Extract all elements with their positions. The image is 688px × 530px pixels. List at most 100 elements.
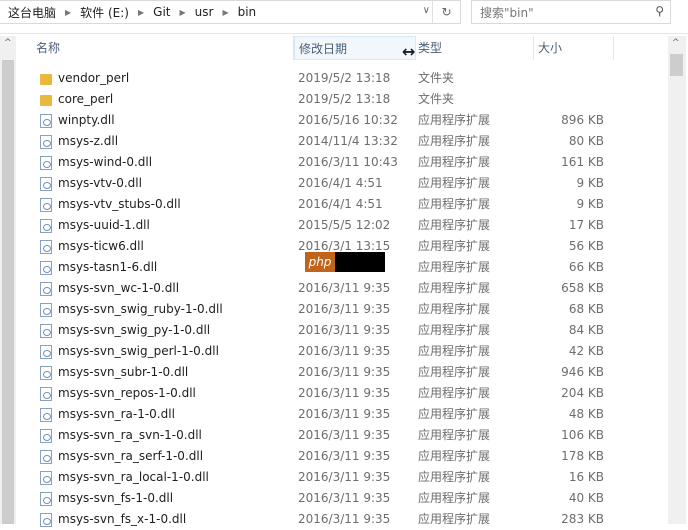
search-placeholder: 搜索"bin": [480, 5, 534, 20]
refresh-icon[interactable]: ↻: [432, 1, 460, 23]
column-date[interactable]: 修改日期: [294, 36, 416, 60]
file-size: 896 KB: [561, 113, 604, 127]
dll-file-icon: [40, 408, 52, 422]
file-size: 178 KB: [561, 449, 604, 463]
dll-file-icon: [40, 513, 52, 527]
list-item[interactable]: msys-svn_wc-1-0.dll 2016/3/11 9:35 应用程序扩…: [36, 278, 606, 299]
file-date: 2016/3/11 9:35: [298, 323, 391, 337]
list-item[interactable]: msys-svn_subr-1-0.dll 2016/3/11 9:35 应用程…: [36, 362, 606, 383]
file-size: 658 KB: [561, 281, 604, 295]
file-date: 2015/5/5 12:02: [298, 218, 391, 232]
file-name: msys-tasn1-6.dll: [58, 260, 158, 274]
column-name[interactable]: 名称: [18, 36, 294, 60]
file-date: 2016/3/11 9:35: [298, 386, 391, 400]
chevron-right-icon[interactable]: ▶: [222, 8, 228, 17]
dll-file-icon: [40, 177, 52, 191]
chevron-right-icon[interactable]: ▶: [65, 8, 71, 17]
list-item[interactable]: msys-uuid-1.dll 2015/5/5 12:02 应用程序扩展 17…: [36, 215, 606, 236]
left-scrollbar[interactable]: ^: [0, 36, 16, 524]
list-item[interactable]: msys-svn_repos-1-0.dll 2016/3/11 9:35 应用…: [36, 383, 606, 404]
watermark-logo: php: [305, 252, 335, 272]
file-name: msys-svn_swig_py-1-0.dll: [58, 323, 211, 337]
file-date: 2016/3/11 9:35: [298, 365, 391, 379]
list-item[interactable]: winpty.dll 2016/5/16 10:32 应用程序扩展 896 KB: [36, 110, 606, 131]
right-scrollbar[interactable]: ^: [668, 36, 686, 524]
file-date: 2019/5/2 13:18: [298, 92, 391, 106]
file-type: 应用程序扩展: [418, 176, 491, 190]
scroll-up-icon[interactable]: ^: [4, 38, 12, 48]
scroll-thumb[interactable]: [2, 60, 14, 524]
chevron-right-icon[interactable]: ▶: [179, 8, 185, 17]
column-label: 修改日期: [299, 42, 348, 56]
list-item[interactable]: msys-svn_swig_ruby-1-0.dll 2016/3/11 9:3…: [36, 299, 606, 320]
breadcrumb-item[interactable]: bin: [238, 5, 257, 19]
breadcrumb-item[interactable]: 这台电脑: [8, 4, 56, 21]
list-item[interactable]: core_perl 2019/5/2 13:18 文件夹: [36, 89, 606, 110]
dll-file-icon: [40, 345, 52, 359]
list-item[interactable]: msys-vtv-0.dll 2016/4/1 4:51 应用程序扩展 9 KB: [36, 173, 606, 194]
file-name: msys-svn_subr-1-0.dll: [58, 365, 189, 379]
file-name: msys-ticw6.dll: [58, 239, 144, 253]
breadcrumb: 这台电脑 ▶ 软件 (E:) ▶ Git ▶ usr ▶ bin: [0, 4, 256, 21]
column-header: 名称 修改日期 类型 大小: [18, 36, 666, 60]
resize-cursor-icon: ↔: [402, 42, 416, 61]
file-type: 应用程序扩展: [418, 197, 491, 211]
scroll-thumb[interactable]: [670, 54, 683, 76]
file-name: msys-svn_repos-1-0.dll: [58, 386, 196, 400]
address-bar[interactable]: 这台电脑 ▶ 软件 (E:) ▶ Git ▶ usr ▶ bin ∨ ↻: [0, 0, 461, 24]
file-date: 2016/3/11 9:35: [298, 407, 391, 421]
file-type: 应用程序扩展: [418, 365, 491, 379]
column-size[interactable]: 大小: [534, 36, 614, 60]
file-size: 40 KB: [568, 491, 604, 505]
file-date: 2016/3/11 9:35: [298, 512, 391, 526]
file-type: 应用程序扩展: [418, 134, 491, 148]
dll-file-icon: [40, 198, 52, 212]
file-type: 应用程序扩展: [418, 407, 491, 421]
search-icon[interactable]: ⚲: [655, 4, 664, 18]
list-item[interactable]: vendor_perl 2019/5/2 13:18 文件夹: [36, 68, 606, 89]
file-date: 2016/3/11 9:35: [298, 470, 391, 484]
file-size: 80 KB: [568, 134, 604, 148]
list-item[interactable]: msys-svn_ra_svn-1-0.dll 2016/3/11 9:35 应…: [36, 425, 606, 446]
dll-file-icon: [40, 450, 52, 464]
file-date: 2016/4/1 4:51: [298, 197, 383, 211]
list-item[interactable]: msys-wind-0.dll 2016/3/11 10:43 应用程序扩展 1…: [36, 152, 606, 173]
file-type: 应用程序扩展: [418, 155, 491, 169]
breadcrumb-item[interactable]: Git: [153, 5, 170, 19]
file-name: msys-wind-0.dll: [58, 155, 153, 169]
file-date: 2016/3/11 9:35: [298, 281, 391, 295]
file-size: 42 KB: [568, 344, 604, 358]
file-name: winpty.dll: [58, 113, 115, 127]
file-size: 204 KB: [561, 386, 604, 400]
file-type: 文件夹: [418, 92, 455, 106]
list-item[interactable]: msys-svn_swig_perl-1-0.dll 2016/3/11 9:3…: [36, 341, 606, 362]
scroll-up-icon[interactable]: ^: [672, 38, 680, 48]
divider: [0, 33, 688, 34]
dll-file-icon: [40, 492, 52, 506]
file-size: 946 KB: [561, 365, 604, 379]
chevron-right-icon[interactable]: ▶: [138, 8, 144, 17]
list-item[interactable]: msys-svn_fs_x-1-0.dll 2016/3/11 9:35 应用程…: [36, 509, 606, 530]
list-item[interactable]: msys-svn_ra-1-0.dll 2016/3/11 9:35 应用程序扩…: [36, 404, 606, 425]
chevron-down-icon[interactable]: ∨: [423, 5, 430, 16]
list-item[interactable]: msys-svn_fs-1-0.dll 2016/3/11 9:35 应用程序扩…: [36, 488, 606, 509]
file-size: 17 KB: [568, 218, 604, 232]
file-type: 应用程序扩展: [418, 218, 491, 232]
breadcrumb-item[interactable]: usr: [195, 5, 214, 19]
list-item[interactable]: msys-svn_swig_py-1-0.dll 2016/3/11 9:35 …: [36, 320, 606, 341]
column-type[interactable]: 类型: [416, 36, 534, 60]
breadcrumb-item[interactable]: 软件 (E:): [80, 4, 129, 21]
dll-file-icon: [40, 261, 52, 275]
file-date: 2016/5/16 10:32: [298, 113, 398, 127]
list-item[interactable]: msys-vtv_stubs-0.dll 2016/4/1 4:51 应用程序扩…: [36, 194, 606, 215]
file-size: 9 KB: [576, 176, 604, 190]
file-date: 2016/3/11 9:35: [298, 491, 391, 505]
list-item[interactable]: msys-z.dll 2014/11/4 13:32 应用程序扩展 80 KB: [36, 131, 606, 152]
file-type: 应用程序扩展: [418, 386, 491, 400]
list-item[interactable]: msys-svn_ra_local-1-0.dll 2016/3/11 9:35…: [36, 467, 606, 488]
watermark: php: [305, 252, 385, 272]
search-input[interactable]: 搜索"bin" ⚲: [471, 0, 671, 24]
file-name: msys-uuid-1.dll: [58, 218, 150, 232]
file-type: 应用程序扩展: [418, 428, 491, 442]
list-item[interactable]: msys-svn_ra_serf-1-0.dll 2016/3/11 9:35 …: [36, 446, 606, 467]
